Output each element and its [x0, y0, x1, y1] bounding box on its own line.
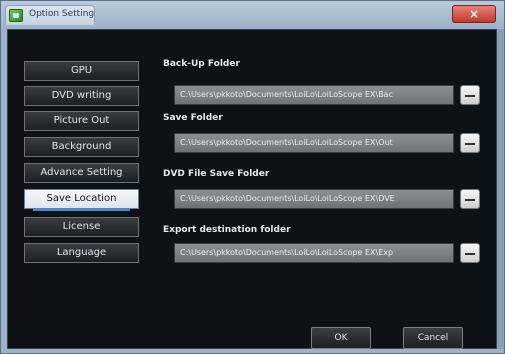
save-folder-label: Save Folder: [163, 113, 223, 123]
backup-folder-path-field[interactable]: C:\Users\pkkoto\Documents\LoiLo\LoiLoSco…: [174, 85, 454, 105]
ellipsis-icon: [465, 143, 475, 145]
export-destination-folder-path-field[interactable]: C:\Users\pkkoto\Documents\LoiLo\LoiLoSco…: [174, 243, 454, 263]
backup-folder-label: Back-Up Folder: [163, 59, 240, 69]
title-bar[interactable]: Option Setting ×: [1, 1, 504, 29]
export-destination-folder-browse-button[interactable]: [460, 243, 480, 263]
ellipsis-icon: [465, 95, 475, 97]
save-folder-browse-button[interactable]: [460, 133, 480, 153]
window-title: Option Setting: [29, 9, 95, 19]
sidebar-item-advance-setting[interactable]: Advance Setting: [24, 163, 139, 183]
ok-button[interactable]: OK: [311, 327, 371, 349]
option-setting-window: Option Setting × GPU DVD writing Picture…: [0, 0, 505, 354]
sidebar-item-gpu[interactable]: GPU: [24, 61, 139, 81]
save-folder-path-field[interactable]: C:\Users\pkkoto\Documents\LoiLo\LoiLoSco…: [174, 133, 454, 153]
dvd-file-save-folder-path-field[interactable]: C:\Users\pkkoto\Documents\LoiLo\LoiLoSco…: [174, 189, 454, 209]
window-edge-strip: [497, 29, 504, 349]
close-button[interactable]: ×: [452, 5, 496, 23]
backup-folder-browse-button[interactable]: [460, 85, 480, 105]
sidebar-item-picture-out[interactable]: Picture Out: [24, 111, 139, 131]
sidebar-item-background[interactable]: Background: [24, 137, 139, 157]
sidebar-item-save-location[interactable]: Save Location: [24, 189, 139, 211]
sidebar-item-license[interactable]: License: [24, 217, 139, 237]
cancel-button[interactable]: Cancel: [403, 327, 463, 349]
dvd-file-save-folder-browse-button[interactable]: [460, 189, 480, 209]
ellipsis-icon: [465, 253, 475, 255]
export-destination-folder-label: Export destination folder: [163, 225, 291, 235]
sidebar-item-language[interactable]: Language: [24, 243, 139, 263]
sidebar-item-dvd-writing[interactable]: DVD writing: [24, 86, 139, 106]
app-icon: [9, 9, 23, 22]
ellipsis-icon: [465, 199, 475, 201]
dvd-file-save-folder-label: DVD File Save Folder: [163, 169, 270, 179]
